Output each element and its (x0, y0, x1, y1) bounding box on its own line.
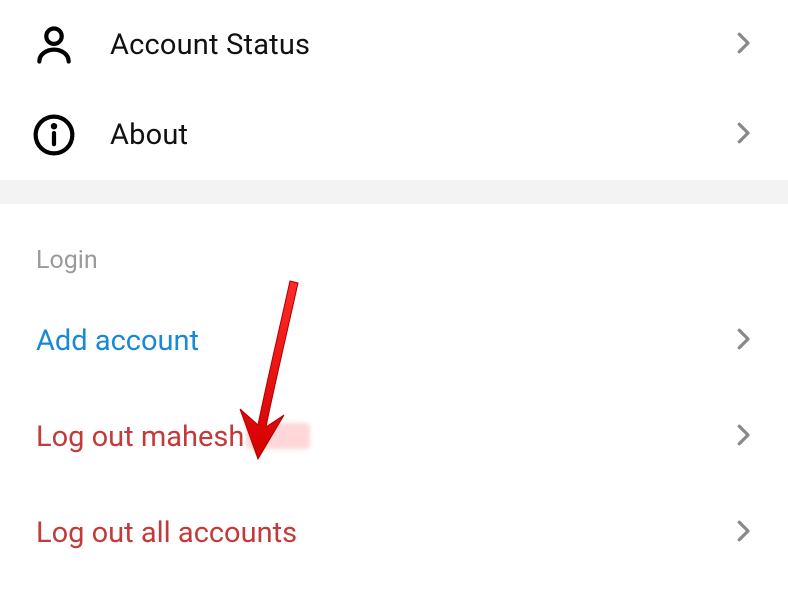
chevron-right-icon (728, 28, 758, 62)
add-account-label: Add account (36, 324, 728, 358)
info-icon (30, 111, 78, 159)
settings-item-label: About (110, 118, 728, 152)
section-divider (0, 180, 788, 204)
chevron-right-icon (728, 324, 758, 358)
logout-user-item[interactable]: Log out mahesh (0, 389, 788, 485)
logout-user-label: Log out mahesh (36, 420, 728, 454)
logout-prefix: Log out (36, 420, 141, 454)
logout-all-label: Log out all accounts (36, 516, 728, 550)
login-section-header: Login (0, 204, 788, 293)
logout-username: mahesh (141, 420, 245, 454)
logout-all-item[interactable]: Log out all accounts (0, 485, 788, 581)
chevron-right-icon (728, 118, 758, 152)
redacted-block (246, 423, 310, 449)
settings-item-about[interactable]: About (0, 90, 788, 180)
chevron-right-icon (728, 516, 758, 550)
settings-item-label: Account Status (110, 28, 728, 62)
person-icon (30, 21, 78, 69)
settings-item-account-status[interactable]: Account Status (0, 0, 788, 90)
add-account-item[interactable]: Add account (0, 293, 788, 389)
chevron-right-icon (728, 420, 758, 454)
